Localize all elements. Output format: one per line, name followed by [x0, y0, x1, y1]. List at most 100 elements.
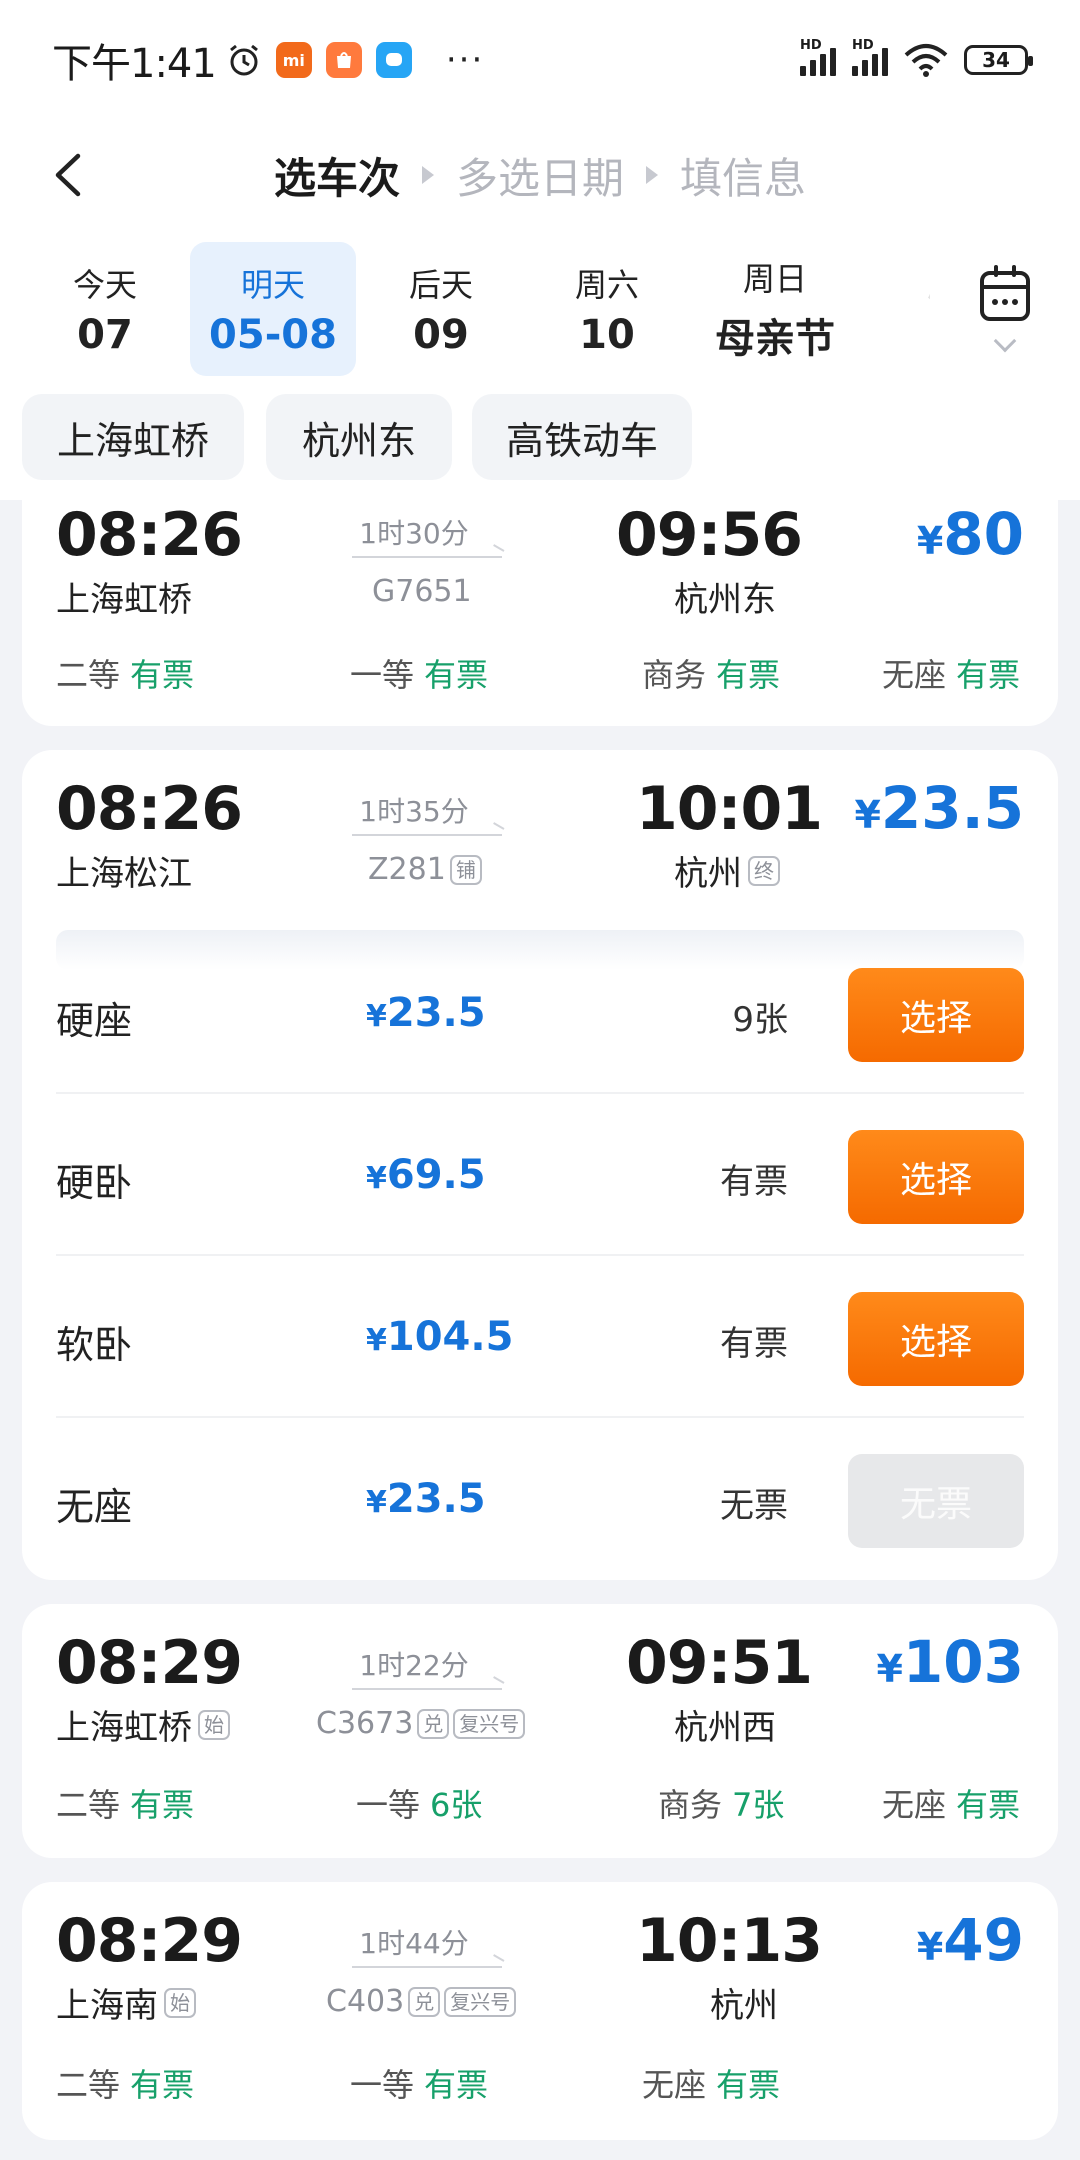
signal-icon: HD — [800, 38, 836, 76]
seat-name: 商务 — [658, 1786, 723, 1824]
lowest-price: ¥49 — [917, 1906, 1024, 1974]
departure-station: 上海虹桥始 — [56, 1700, 230, 1749]
trip-duration: 1时22分 — [359, 1649, 469, 1682]
price-value: 49 — [943, 1906, 1024, 1974]
currency-symbol: ¥ — [916, 1925, 944, 1969]
seat-first-class: 一等 6张 — [356, 1780, 482, 1826]
chat-app-icon — [375, 42, 412, 78]
option-price: ¥104.5 — [366, 1314, 513, 1360]
row-divider — [56, 1416, 1024, 1418]
train-number-text: Z281 — [368, 852, 446, 887]
mi-app-icon: mi — [275, 42, 312, 78]
date-tab-saturday[interactable]: 周六 10 — [524, 242, 690, 376]
seat-availability: 有票 — [716, 2066, 781, 2104]
currency-symbol: ¥ — [916, 519, 944, 563]
seat-availability: 有票 — [424, 656, 489, 694]
seat-business-class: 商务 有票 — [642, 650, 780, 696]
departure-station-name: 上海虹桥 — [56, 1708, 192, 1748]
select-hard-sleeper-button[interactable]: 选择 — [848, 1130, 1024, 1224]
filter-departure-station[interactable]: 上海虹桥 — [22, 394, 244, 480]
seat-business-class: 商务 7张 — [658, 1780, 784, 1826]
seat-availability: 有票 — [956, 1786, 1021, 1824]
seat-second-class: 二等 有票 — [56, 2060, 194, 2106]
date-tab-today[interactable]: 今天 07 — [22, 242, 188, 376]
seat-name: 一等 — [356, 1786, 421, 1824]
back-arrow-icon[interactable] — [44, 148, 94, 202]
date-tab-tomorrow[interactable]: 明天 05-08 — [190, 242, 356, 376]
price-value: 80 — [943, 500, 1024, 568]
date-tab-day: 10 — [579, 312, 635, 358]
departure-station: 上海松江 — [56, 846, 192, 895]
seat-no-seat: 无座 有票 — [642, 2060, 780, 2106]
seat-availability: 6张 — [430, 1786, 483, 1824]
train-number: Z281 铺 — [368, 852, 482, 887]
date-tab-label: 后天 — [408, 266, 473, 304]
date-tab-label: 周日 — [742, 260, 807, 298]
filter-arrival-station[interactable]: 杭州东 — [266, 394, 452, 480]
arrival-station: 杭州 — [710, 1978, 778, 2027]
step-separator-icon — [421, 166, 434, 184]
page-header: 选车次 多选日期 填信息 — [0, 120, 1080, 230]
train-selection-screen: 下午1:41 mi ··· HD HD 34 选车次 多选日期 填信息 今天 0… — [0, 0, 1080, 2160]
arrival-station-name: 杭州 — [710, 1986, 778, 2026]
date-tab-day: 母亲节 — [715, 316, 835, 362]
seat-name: 一等 — [350, 2066, 415, 2104]
departure-station-name: 上海松江 — [56, 854, 192, 894]
train-card-c3673[interactable]: 08:29 上海虹桥始 1时22分 C3673 兑复兴号 09:51 杭州西 ¥1… — [22, 1604, 1058, 1858]
step-select-train: 选车次 — [273, 153, 400, 203]
arrival-time: 10:01 — [636, 774, 823, 844]
calendar-icon — [980, 265, 1030, 321]
signal-icon-2: HD — [852, 38, 888, 76]
seat-availability: 有票 — [130, 656, 195, 694]
options-shade — [56, 930, 1024, 970]
departure-time: 08:26 — [56, 500, 243, 570]
date-tab-label: 明天 — [240, 266, 305, 304]
sold-out-button: 无票 — [848, 1454, 1024, 1548]
filter-train-type[interactable]: 高铁动车 — [472, 394, 692, 480]
seat-name: 无座 — [882, 1786, 947, 1824]
departure-station-name: 上海南 — [56, 1986, 158, 2026]
seat-first-class: 一等 有票 — [350, 2060, 488, 2106]
arrival-station-name: 杭州 — [674, 854, 742, 894]
train-card-g7651[interactable]: 08:26 上海虹桥 1时30分 G7651 09:56 杭州东 ¥80 二等有… — [22, 500, 1058, 726]
calendar-button[interactable] — [930, 230, 1080, 390]
fuxing-badge: 复兴号 — [453, 1708, 526, 1739]
departure-station-name: 上海虹桥 — [56, 580, 192, 620]
date-selector: 今天 07 明天 05-08 后天 09 周六 10 周日 母亲节 周 1 — [0, 230, 1080, 390]
departure-time: 08:26 — [56, 774, 243, 844]
train-number-text: G7651 — [372, 574, 472, 609]
alarm-icon — [229, 44, 258, 76]
seat-availability: 有票 — [716, 656, 781, 694]
seat-availability: 7张 — [732, 1786, 785, 1824]
seat-availability: 有票 — [424, 2066, 489, 2104]
step-fill-info: 填信息 — [680, 153, 807, 203]
seat-second-class: 二等 有票 — [56, 1780, 194, 1826]
option-seat-name: 硬座 — [56, 999, 133, 1043]
date-fade-overlay — [860, 230, 940, 390]
currency-symbol: ¥ — [366, 1161, 387, 1196]
train-number: C403 兑复兴号 — [326, 1984, 517, 2019]
battery-level: 34 — [982, 48, 1010, 72]
origin-badge: 始 — [198, 1709, 230, 1740]
select-hard-seat-button[interactable]: 选择 — [848, 968, 1024, 1062]
seat-availability: 有票 — [130, 2066, 195, 2104]
option-price: ¥23.5 — [366, 990, 486, 1036]
departure-station: 上海南始 — [56, 1978, 196, 2027]
step-separator-icon — [646, 166, 658, 184]
date-tab-sunday[interactable]: 周日 母亲节 — [692, 242, 858, 376]
direction-arrow-icon — [352, 1688, 502, 1690]
date-tab-day-after[interactable]: 后天 09 — [358, 242, 524, 376]
train-card-z281[interactable]: 08:26 上海松江 1时35分 Z281 铺 10:01 杭州终 ¥23.5 硬… — [22, 750, 1058, 1580]
arrival-station: 杭州终 — [674, 846, 780, 895]
select-soft-sleeper-button[interactable]: 选择 — [848, 1292, 1024, 1386]
option-seat-name: 硬卧 — [56, 1161, 133, 1205]
departure-time: 08:29 — [56, 1906, 243, 1976]
filter-bar: 上海虹桥 杭州东 高铁动车 — [0, 390, 1080, 500]
train-number: G7651 — [372, 574, 472, 609]
arrival-station: 杭州西 — [674, 1700, 776, 1749]
chevron-down-icon — [993, 329, 1017, 353]
arrival-station-name: 杭州东 — [674, 580, 776, 620]
option-price: ¥69.5 — [366, 1152, 486, 1198]
hd-label-1: HD — [800, 38, 822, 53]
train-card-c403[interactable]: 08:29 上海南始 1时44分 C403 兑复兴号 10:13 杭州 ¥49 二… — [22, 1882, 1058, 2140]
